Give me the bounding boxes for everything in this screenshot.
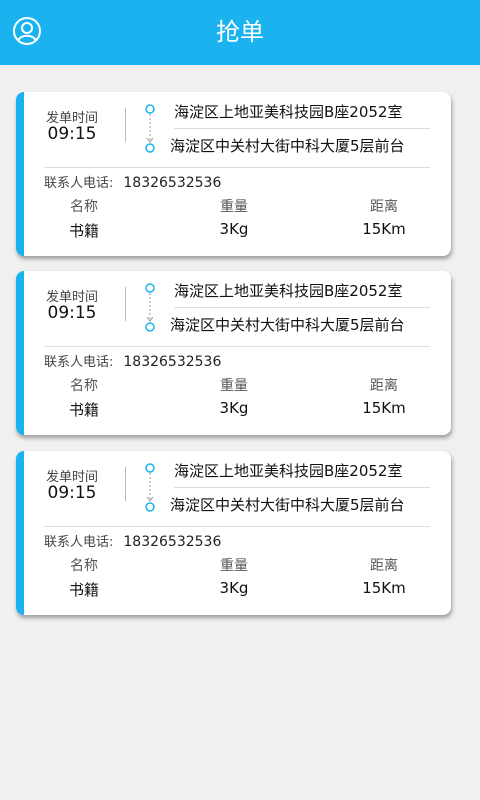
order-card[interactable]: 发单时间 09:15 海淀区上地亚美科技园B座2052室 海淀区中关村大街中科大… (16, 92, 451, 256)
divider (174, 128, 430, 129)
distance-label: 距离 (370, 378, 398, 394)
divider (44, 167, 430, 168)
item-name-label: 名称 (70, 199, 98, 215)
weight-value: 3Kg (219, 399, 249, 417)
item-name: 书籍 (68, 222, 99, 240)
delivery-address: 海淀区中关村大街中科大厦5层前台 (170, 496, 405, 514)
contact-phone-label: 联系人电话: (44, 355, 114, 370)
item-name: 书籍 (68, 401, 99, 419)
divider (44, 346, 430, 347)
item-name-label: 名称 (70, 378, 98, 394)
contact-phone[interactable]: 18326532536 (123, 175, 221, 191)
send-time: 09:15 (47, 124, 97, 144)
delivery-address: 海淀区中关村大街中科大厦5层前台 (170, 316, 405, 334)
divider (125, 287, 126, 321)
pickup-address: 海淀区上地亚美科技园B座2052室 (174, 282, 403, 300)
weight-value: 3Kg (219, 220, 249, 238)
page-title: 抢单 (216, 18, 264, 46)
distance-label: 距离 (370, 199, 398, 215)
divider (125, 108, 126, 142)
contact-phone[interactable]: 18326532536 (123, 354, 221, 370)
weight-value: 3Kg (219, 579, 249, 597)
distance-value: 15Km (362, 220, 406, 238)
distance-value: 15Km (362, 579, 406, 597)
contact-phone[interactable]: 18326532536 (123, 534, 221, 550)
divider (174, 307, 430, 308)
route-dots-icon (145, 283, 155, 332)
delivery-address: 海淀区中关村大街中科大厦5层前台 (170, 137, 405, 155)
item-name: 书籍 (68, 581, 99, 599)
weight-label: 重量 (220, 199, 248, 215)
route-dots-icon (145, 463, 155, 512)
distance-value: 15Km (362, 399, 406, 417)
distance-label: 距离 (370, 558, 398, 574)
contact-phone-label: 联系人电话: (44, 535, 114, 550)
contact-phone-row: 联系人电话: 18326532536 (44, 531, 221, 550)
contact-phone-row: 联系人电话: 18326532536 (44, 172, 221, 191)
pickup-address: 海淀区上地亚美科技园B座2052室 (174, 103, 403, 121)
app-header: 抢单 (0, 0, 480, 65)
contact-phone-label: 联系人电话: (44, 176, 114, 191)
order-card[interactable]: 发单时间 09:15 海淀区上地亚美科技园B座2052室 海淀区中关村大街中科大… (16, 451, 451, 615)
divider (44, 526, 430, 527)
weight-label: 重量 (220, 378, 248, 394)
pickup-address: 海淀区上地亚美科技园B座2052室 (174, 462, 403, 480)
order-card[interactable]: 发单时间 09:15 海淀区上地亚美科技园B座2052室 海淀区中关村大街中科大… (16, 271, 451, 435)
contact-phone-row: 联系人电话: 18326532536 (44, 351, 221, 370)
divider (174, 487, 430, 488)
send-time: 09:15 (47, 303, 97, 323)
divider (125, 467, 126, 501)
weight-label: 重量 (220, 558, 248, 574)
route-dots-icon (145, 104, 155, 153)
item-name-label: 名称 (70, 558, 98, 574)
send-time: 09:15 (47, 483, 97, 503)
